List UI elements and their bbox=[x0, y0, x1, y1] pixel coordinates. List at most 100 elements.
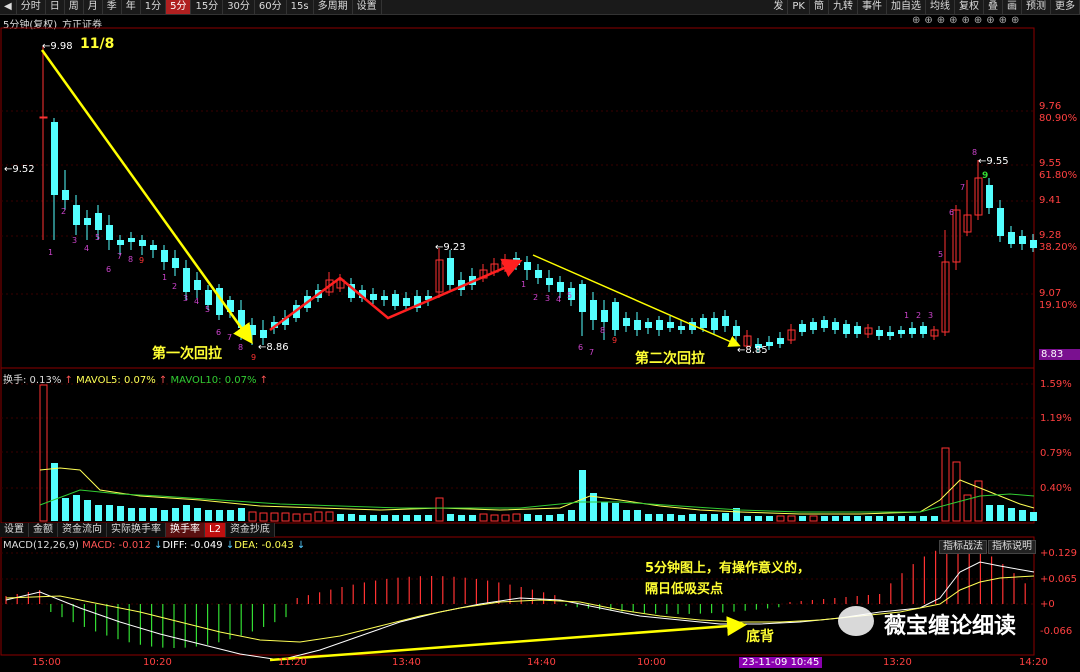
volume-bar bbox=[1008, 508, 1015, 521]
td-count: 7 bbox=[589, 348, 594, 357]
volume-bar bbox=[557, 514, 564, 521]
volume-legend: 换手: 0.13% ↑ MAVOL5: 0.07% ↑ MAVOL10: 0.0… bbox=[3, 375, 269, 386]
candle-body bbox=[546, 278, 553, 285]
indicator-tab[interactable]: 设置 bbox=[0, 523, 29, 537]
candle-body bbox=[447, 258, 454, 285]
td-count: 6 bbox=[578, 343, 583, 352]
dea-line bbox=[5, 575, 1035, 643]
td-count: 3 bbox=[72, 236, 77, 245]
macd-value: MACD: -0.012 bbox=[82, 540, 151, 551]
volume-bar bbox=[634, 510, 641, 521]
candle-body bbox=[62, 190, 69, 200]
candle-body bbox=[579, 284, 586, 312]
td-count: 4 bbox=[84, 244, 89, 253]
volume-bar bbox=[952, 461, 961, 522]
td-count: 9 bbox=[251, 353, 256, 362]
volume-bar bbox=[711, 514, 718, 521]
indicator-tab[interactable]: 资金抄底 bbox=[226, 523, 275, 537]
volume-bar bbox=[479, 513, 488, 522]
indicator-tab[interactable]: 换手率 bbox=[166, 523, 205, 537]
td-count: 5 bbox=[567, 291, 572, 300]
volume-bar bbox=[150, 508, 157, 521]
price-axis-label: 9.07 bbox=[1039, 288, 1062, 299]
volume-bar bbox=[656, 514, 663, 521]
volume-bar bbox=[1030, 512, 1037, 521]
price-axis-label: 9.41 bbox=[1039, 195, 1062, 206]
volume-bar bbox=[722, 513, 729, 521]
td-count: 3 bbox=[183, 294, 188, 303]
volume-bar bbox=[667, 514, 674, 521]
td-count: 4 bbox=[556, 295, 561, 304]
mid-mark-label: ←9.23 bbox=[435, 242, 466, 253]
indicator-tab[interactable]: 资金流向 bbox=[58, 523, 107, 537]
volume-bar bbox=[425, 515, 432, 521]
volume-bar bbox=[325, 511, 334, 522]
volume-bar bbox=[512, 513, 521, 522]
time-axis-label: 23-11-09 10:45 bbox=[739, 657, 823, 668]
candle-body bbox=[722, 316, 729, 326]
fib-pct-label: 80.90% bbox=[1039, 113, 1078, 124]
candle-body bbox=[535, 270, 542, 278]
mavol5-legend: MAVOL5: 0.07% bbox=[76, 375, 156, 386]
volume-bar bbox=[821, 516, 828, 521]
volume-bar bbox=[1019, 510, 1026, 521]
volume-bar bbox=[51, 463, 58, 521]
td-count: 8 bbox=[972, 148, 977, 157]
volume-bar bbox=[314, 511, 323, 522]
volume-bar bbox=[865, 516, 872, 521]
candle-body bbox=[832, 322, 839, 330]
second-pullback-arrow bbox=[532, 254, 741, 347]
volume-bar bbox=[348, 514, 355, 521]
time-axis-label: 14:40 bbox=[527, 657, 556, 668]
candle-body bbox=[843, 324, 850, 334]
time-axis-label: 15:00 bbox=[32, 657, 61, 668]
candle-body bbox=[117, 240, 124, 245]
volume-bar bbox=[183, 505, 190, 521]
candle-body bbox=[249, 325, 256, 335]
volume-bar bbox=[216, 510, 223, 521]
volume-bar bbox=[403, 515, 410, 521]
candle-body bbox=[887, 332, 894, 336]
td-count: 4 bbox=[194, 297, 199, 306]
volume-bar bbox=[898, 516, 905, 521]
volume-bar bbox=[787, 515, 796, 522]
volume-bar bbox=[248, 511, 257, 522]
right-high-mark-label: ←9.55 bbox=[978, 156, 1009, 167]
volume-bar bbox=[832, 516, 839, 521]
date-mark-label: 11/8 bbox=[80, 36, 115, 52]
indicator-tab[interactable]: 实际换手率 bbox=[107, 523, 166, 537]
volume-bar bbox=[73, 495, 80, 521]
time-axis-label: 10:20 bbox=[143, 657, 172, 668]
second-pullback-annotation: 第二次回拉 bbox=[635, 351, 705, 367]
td-count: 3 bbox=[928, 311, 933, 320]
kline-chart: 1234567 8 9123 45678912 3 4 567891 2 356789 bbox=[0, 27, 1037, 662]
candle-body bbox=[777, 338, 784, 344]
candle-body bbox=[381, 296, 388, 300]
td-count: 1 bbox=[162, 273, 167, 282]
volume-bar bbox=[645, 514, 652, 521]
candle-body bbox=[95, 213, 102, 230]
indicator-tactics-button[interactable]: 指标战法 bbox=[939, 540, 987, 554]
volume-bar bbox=[392, 515, 399, 521]
candle-body bbox=[39, 116, 48, 119]
td-count: 1 bbox=[904, 311, 909, 320]
volume-bar bbox=[84, 500, 91, 521]
indicator-help-button[interactable]: 指标说明 bbox=[988, 540, 1036, 554]
volume-bar bbox=[689, 514, 696, 521]
l2-badge: L2 bbox=[205, 523, 226, 537]
volume-bar bbox=[227, 510, 234, 521]
candle-body bbox=[128, 238, 135, 242]
high-mark-label: ←9.98 bbox=[42, 41, 73, 52]
candle-body bbox=[645, 322, 652, 328]
volume-bar bbox=[601, 502, 608, 521]
td-count: 3 bbox=[545, 294, 550, 303]
candle-body bbox=[183, 268, 190, 292]
candle-body bbox=[150, 245, 157, 250]
td-count: 2 bbox=[61, 207, 66, 216]
td-count: 1 bbox=[48, 248, 53, 257]
candle-body bbox=[1019, 236, 1026, 244]
volume-bar bbox=[524, 514, 531, 521]
indicator-tab[interactable]: 金额 bbox=[29, 523, 58, 537]
td-count: 5 bbox=[95, 233, 100, 242]
candle-body bbox=[634, 320, 641, 330]
